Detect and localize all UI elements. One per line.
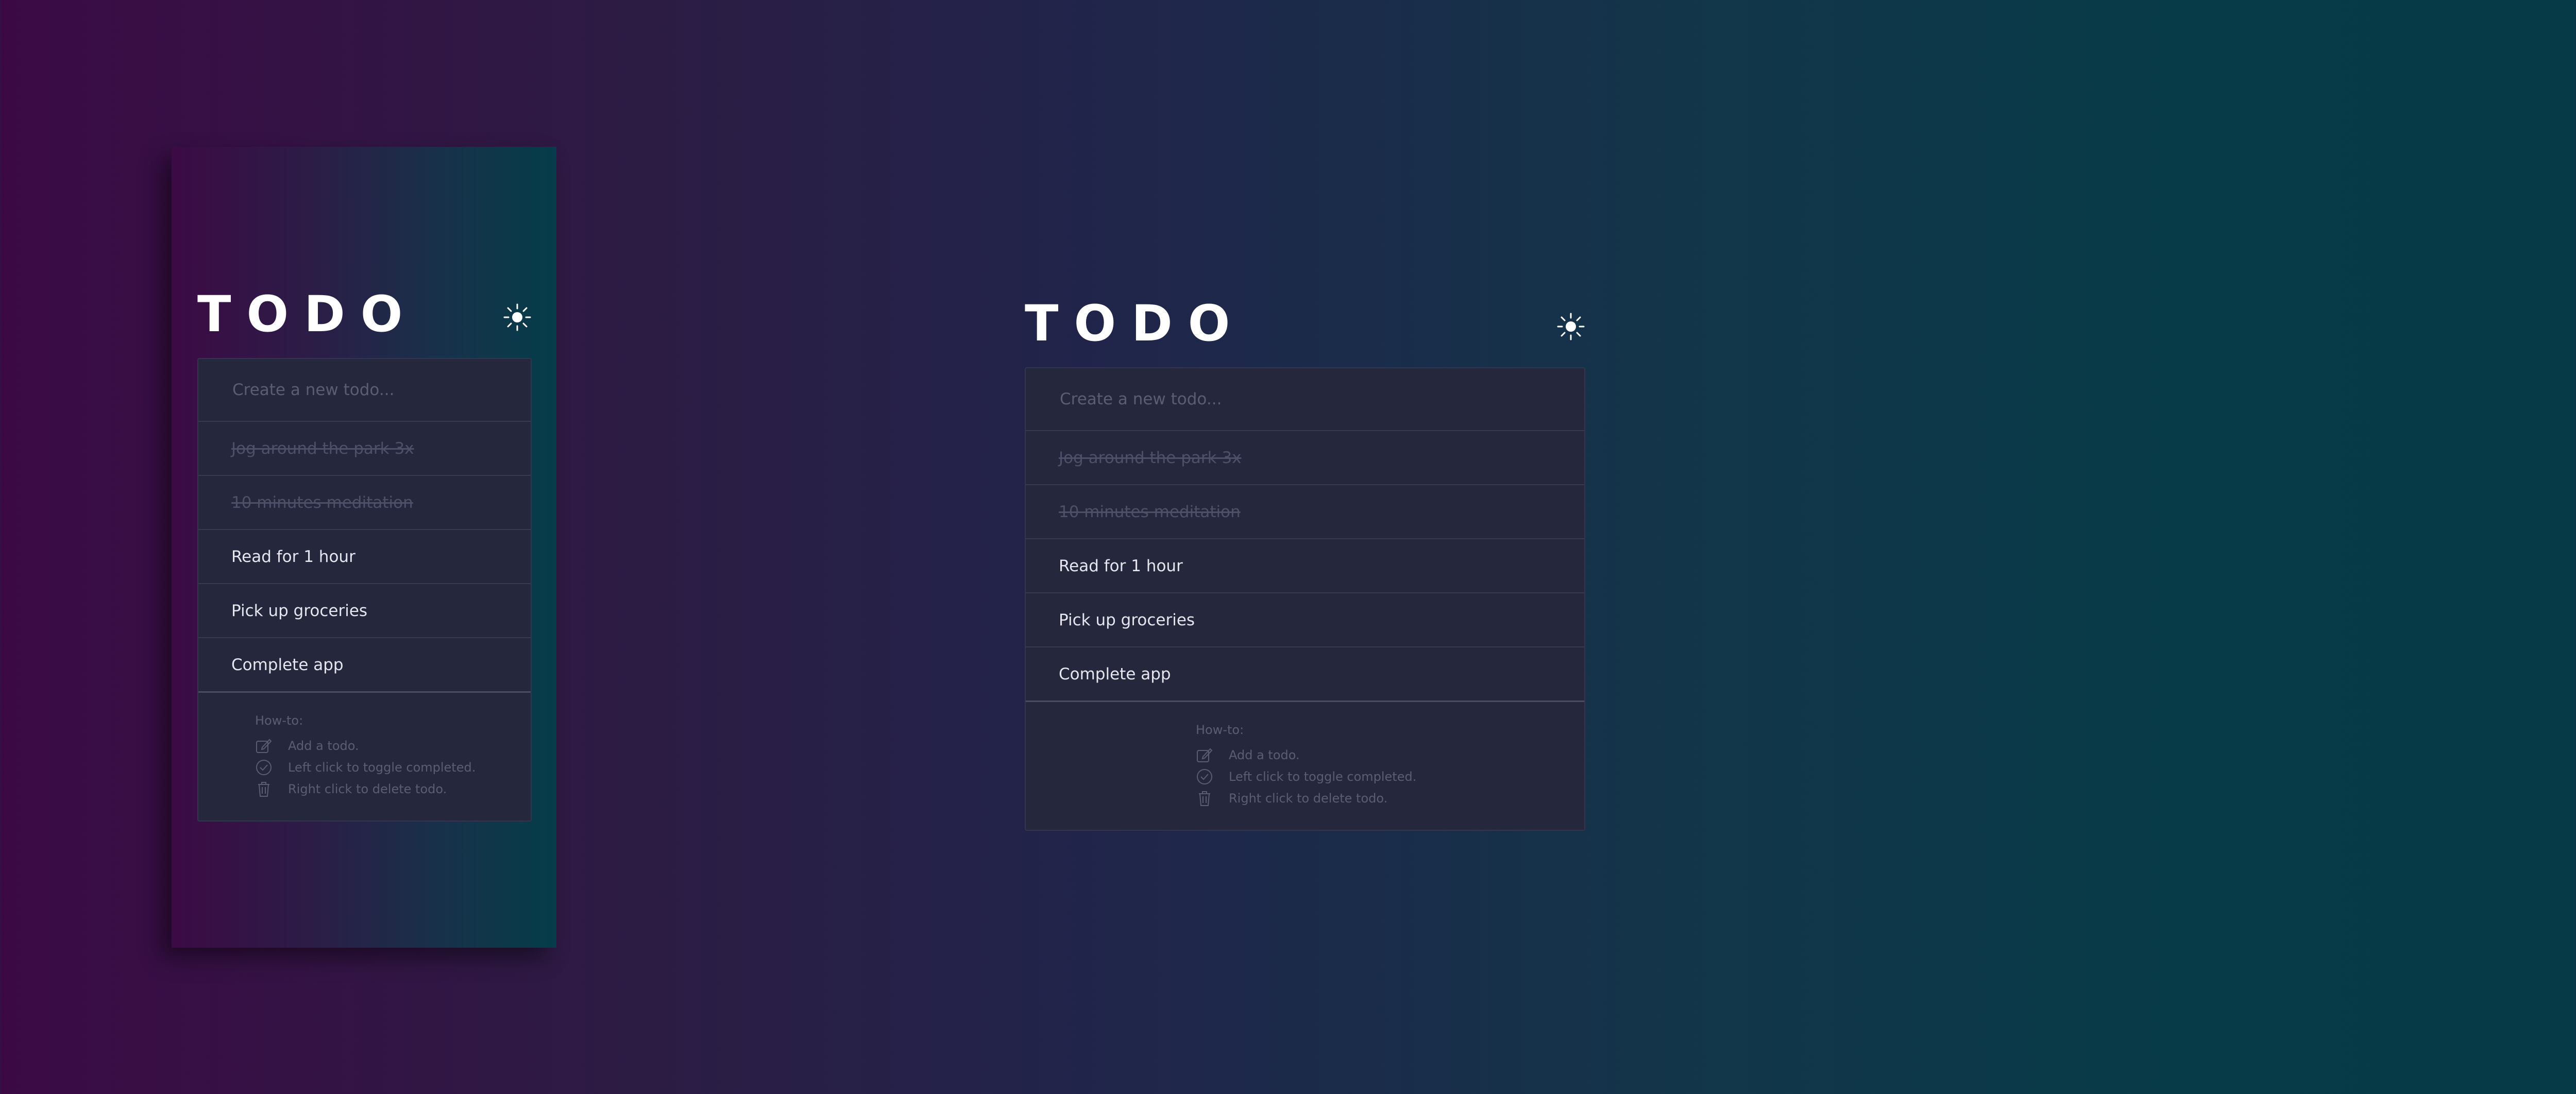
edit-icon [1197,748,1213,762]
edit-icon [256,739,272,753]
todo-item[interactable]: Jog around the park 3x [198,422,531,476]
howto-section: How-to: Add a todo. Left click to toggle… [1026,702,1584,830]
howto-text: Right click to delete todo. [1229,791,1388,806]
howto-text: Left click to toggle completed. [288,760,476,775]
sun-icon[interactable] [1556,312,1585,341]
todo-item[interactable]: Pick up groceries [198,584,531,638]
app-header: TODO [197,288,532,358]
check-circle-icon [1197,769,1212,784]
todo-app-desktop: TODO Jog around the park 3x 10 minutes m… [1025,298,1585,831]
howto-row: Left click to toggle completed. [255,757,531,778]
trash-icon [258,782,269,797]
howto-heading: How-to: [255,713,303,728]
howto-row: Add a todo. [1196,744,1584,766]
todo-item[interactable]: Jog around the park 3x [1026,431,1584,485]
check-circle-icon [256,760,272,775]
todo-app-mobile: TODO Jog around the park 3x 10 minutes m… [197,288,532,822]
howto-row: Left click to toggle completed. [1196,766,1584,788]
todo-item[interactable]: Read for 1 hour [198,530,531,584]
app-header: TODO [1025,298,1585,367]
trash-icon [1199,791,1210,806]
new-todo-input[interactable] [1059,389,1481,409]
howto-text: Left click to toggle completed. [1229,770,1417,784]
howto-row: Right click to delete todo. [1196,788,1584,809]
todo-item[interactable]: Complete app [198,638,531,693]
new-todo-row [198,359,531,422]
todo-item[interactable]: Pick up groceries [1026,593,1584,647]
todo-item[interactable]: 10 minutes meditation [1026,485,1584,539]
howto-text: Right click to delete todo. [288,782,447,796]
new-todo-input[interactable] [231,380,473,400]
app-title: TODO [197,285,418,343]
howto-row: Right click to delete todo. [255,778,531,800]
todo-item[interactable]: Complete app [1026,647,1584,702]
howto-heading: How-to: [1196,723,1244,737]
new-todo-row [1026,368,1584,431]
howto-text: Add a todo. [1229,748,1300,762]
todo-card: Jog around the park 3x 10 minutes medita… [197,358,532,822]
sun-icon[interactable] [503,303,532,332]
todo-item[interactable]: Read for 1 hour [1026,539,1584,593]
howto-row: Add a todo. [255,735,531,757]
todo-card: Jog around the park 3x 10 minutes medita… [1025,367,1585,831]
howto-section: How-to: Add a todo. Left click to toggle… [198,693,531,821]
howto-text: Add a todo. [288,739,359,753]
app-title: TODO [1025,295,1246,352]
todo-item[interactable]: 10 minutes meditation [198,476,531,530]
